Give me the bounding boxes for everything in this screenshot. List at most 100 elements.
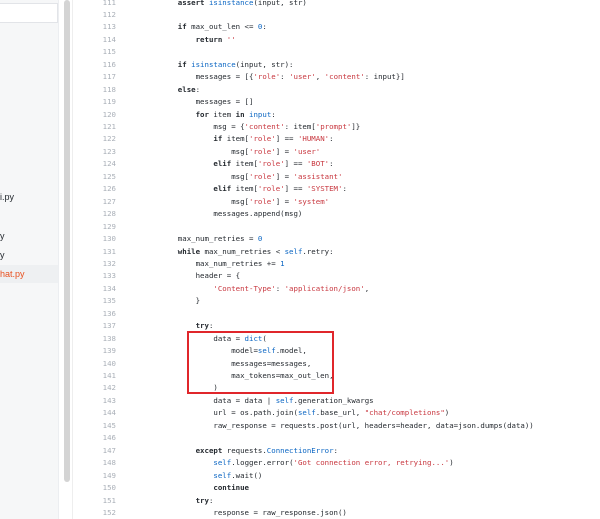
line-number: 120: [102, 109, 116, 119]
code-text: self.logger.error('Got connection error,…: [213, 458, 454, 468]
line-number: 151: [102, 495, 116, 505]
code-editor[interactable]: 111 assert isinstance(input, str) 112 113 …: [74, 0, 600, 519]
code-line: 132 max_num_retries += 1: [74, 258, 600, 271]
line-number: 112: [102, 9, 116, 19]
code-line: 127 msg['role'] = 'system': [74, 196, 600, 209]
line-number: 115: [102, 47, 116, 57]
sidebar-file-item[interactable]: i.py: [0, 189, 58, 205]
line-number: 122: [102, 134, 116, 144]
line-number: 127: [102, 196, 116, 206]
code-text: max_tokens=max_out_len,: [160, 371, 334, 380]
code-line: 142 ): [74, 382, 600, 395]
code-text: data = dict(: [160, 333, 267, 343]
code-line: 143 data = data | self.generation_kwargs: [74, 395, 600, 408]
code-line: 129: [74, 221, 600, 234]
code-text: }: [160, 296, 201, 306]
code-text: except requests.ConnectionError:: [160, 445, 338, 455]
line-number: 129: [102, 221, 116, 231]
code-text: elif item['role'] == 'SYSTEM':: [160, 184, 347, 194]
code-text: try:: [160, 495, 214, 505]
line-number: 123: [102, 146, 116, 156]
code-line: 111 assert isinstance(input, str): [74, 0, 600, 9]
line-number: 113: [102, 22, 116, 32]
code-text: messages=messages,: [160, 358, 312, 368]
code-line: 140 messages=messages,: [74, 358, 600, 371]
code-line: 136: [74, 308, 600, 321]
code-line: 130 max_num_retries = 0: [74, 233, 600, 246]
line-number: 119: [102, 97, 116, 107]
sidebar-file-item-active[interactable]: hat.py: [0, 265, 58, 283]
code-line: 113 if max_out_len <= 0:: [74, 21, 600, 34]
line-number: 133: [102, 271, 116, 281]
code-line: 139 model=self.model,: [74, 345, 600, 358]
code-text: if item['role'] == 'HUMAN':: [160, 134, 334, 144]
code-line: 126 elif item['role'] == 'SYSTEM':: [74, 183, 600, 196]
file-explorer-sidebar: i.py y y hat.py: [0, 0, 59, 519]
code-line: 147 except requests.ConnectionError:: [74, 445, 600, 458]
line-number: 132: [102, 258, 116, 268]
line-number: 145: [102, 420, 116, 430]
code-line: 120 for item in input:: [74, 109, 600, 122]
code-text: 'Content-Type': 'application/json',: [213, 283, 370, 293]
code-text: header = {: [160, 271, 241, 281]
code-line: 119 messages = []: [74, 96, 600, 109]
code-line: 145 raw_response = requests.post(url, he…: [74, 420, 600, 433]
code-text: for item in input:: [160, 109, 276, 119]
line-number: 124: [102, 159, 116, 169]
line-number: 140: [102, 358, 116, 368]
code-line: 128 messages.append(msg): [74, 208, 600, 221]
line-number: 139: [102, 346, 116, 356]
sidebar-file-item[interactable]: y: [0, 247, 58, 263]
line-number: 144: [102, 408, 116, 418]
code-line: 144 url = os.path.join(self.base_url, "c…: [74, 407, 600, 420]
line-number: 116: [102, 59, 116, 69]
code-text: messages = []: [160, 97, 254, 107]
line-number: 143: [102, 395, 116, 405]
sidebar-scrollbar[interactable]: [64, 0, 70, 482]
line-number: 118: [102, 84, 116, 94]
line-number: 152: [102, 507, 116, 517]
line-number: 111: [102, 0, 116, 7]
line-number: 137: [102, 321, 116, 331]
sidebar-search-box[interactable]: [0, 3, 58, 23]
code-line: 152 response = raw_response.json(): [74, 507, 600, 519]
code-text: if isinstance(input, str):: [160, 59, 294, 69]
code-text: assert isinstance(input, str): [160, 0, 307, 7]
line-number: 134: [102, 283, 116, 293]
code-text: msg['role'] = 'user': [160, 146, 321, 156]
code-line: 135 }: [74, 295, 600, 308]
code-text: max_num_retries += 1: [160, 258, 285, 268]
code-line: 138 data = dict(: [74, 333, 600, 346]
code-text: self.wait(): [213, 470, 263, 480]
code-text: url = os.path.join(self.base_url, "chat/…: [160, 408, 450, 418]
code-text: ): [160, 383, 218, 393]
code-text: model=self.model,: [160, 346, 307, 356]
line-number: 150: [102, 483, 116, 493]
code-line: 151 try:: [74, 495, 600, 508]
code-line: 121 msg = {'content': item['prompt']}: [74, 121, 600, 134]
sidebar-file-item[interactable]: y: [0, 228, 58, 244]
line-number: 142: [102, 383, 116, 393]
code-line: 112: [74, 9, 600, 22]
line-number: 146: [102, 433, 116, 443]
code-line: 115: [74, 46, 600, 59]
line-number: 117: [102, 72, 116, 82]
code-text: while max_num_retries < self.retry:: [160, 246, 334, 256]
code-text: msg['role'] = 'assistant': [160, 171, 343, 181]
line-number: 135: [102, 296, 116, 306]
line-number: 148: [102, 458, 116, 468]
line-number: 136: [102, 308, 116, 318]
code-text: response = raw_response.json(): [160, 507, 347, 517]
code-text: elif item['role'] == 'BOT':: [160, 159, 334, 169]
line-number: 114: [102, 34, 116, 44]
code-line: 141 max_tokens=max_out_len,: [74, 370, 600, 383]
line-number: 147: [102, 445, 116, 455]
gutter-separator: [72, 0, 73, 519]
line-number: 128: [102, 209, 116, 219]
code-line: 131 while max_num_retries < self.retry:: [74, 246, 600, 259]
code-text: data = data | self.generation_kwargs: [160, 395, 374, 405]
code-line: 122 if item['role'] == 'HUMAN':: [74, 133, 600, 146]
code-text: if max_out_len <= 0:: [160, 22, 267, 32]
code-line: 118 else:: [74, 84, 600, 97]
code-line: 117 messages = [{'role': 'user', 'conten…: [74, 71, 600, 84]
